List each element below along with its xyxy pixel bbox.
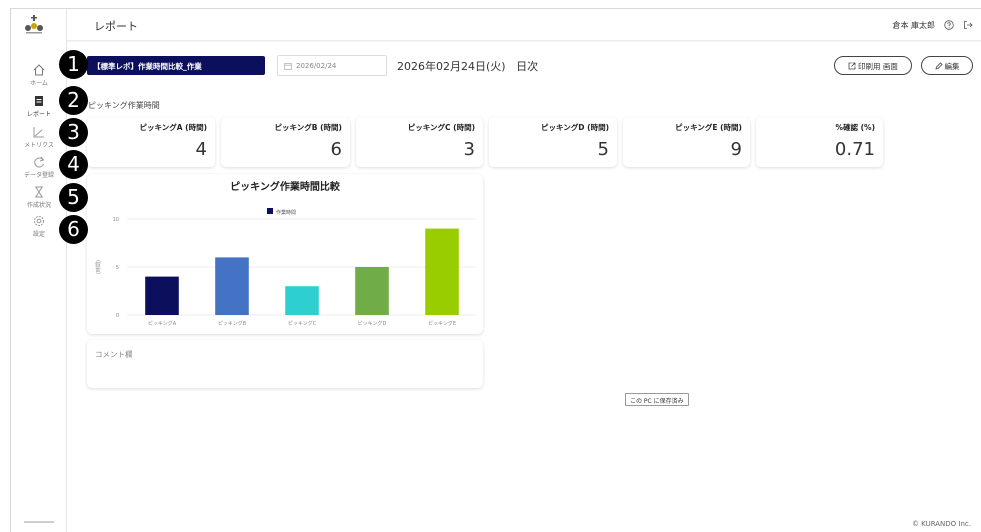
kpi-card: ピッキングB (時間) 6 — [221, 117, 350, 167]
print-view-button[interactable]: 印刷用 画面 — [834, 56, 912, 75]
y-axis-label: (時間) — [96, 260, 102, 274]
comment-card[interactable]: コメント欄 — [87, 340, 483, 388]
sidebar-item-label: メトリクス — [24, 142, 54, 149]
kpi-label: ピッキングB (時間) — [274, 123, 342, 132]
annotation-badge: 5 — [59, 183, 88, 212]
section-title: ピッキング作業時間 — [88, 101, 160, 110]
refresh-icon — [34, 156, 45, 168]
print-view-label: 印刷用 画面 — [858, 62, 898, 71]
sidebar-scroll-handle[interactable] — [24, 521, 54, 523]
date-display: 2026年02月24日(火) 日次 — [397, 58, 538, 74]
hourglass-icon — [35, 186, 43, 198]
kpi-value: 5 — [597, 139, 609, 160]
legend-swatch — [267, 208, 273, 214]
kpi-label: ピッキングA (時間) — [139, 123, 207, 132]
legend-label: 作業時間 — [276, 209, 296, 216]
home-icon — [33, 64, 45, 76]
kpi-value: 3 — [463, 139, 475, 160]
edit-label: 編集 — [944, 62, 960, 71]
report-icon — [35, 96, 43, 106]
date-input[interactable]: 2026/02/24 — [277, 55, 387, 76]
bar[interactable] — [215, 257, 249, 315]
gear-icon — [34, 216, 44, 226]
date-input-value: 2026/02/24 — [296, 62, 337, 70]
period-label: 日次 — [516, 60, 539, 73]
kpi-label: %確認 (%) — [835, 123, 876, 132]
report-select[interactable]: 【標準レポ】作業時間比較_作業 — [87, 56, 265, 75]
kpi-value: 0.71 — [834, 139, 875, 160]
top-strip — [0, 0, 981, 8]
y-tick-label: 10 — [113, 217, 119, 223]
x-tick-label: ピッキングD — [358, 320, 387, 327]
x-tick-label: ピッキングC — [288, 320, 317, 327]
footer-copyright: © KURANDO Inc. — [911, 520, 971, 528]
annotation-badge: 3 — [59, 118, 88, 147]
bar-chart: ピッキング作業時間比較 作業時間 (時間) 0 5 10 ピッキングA ピッキングB ピッ… — [96, 180, 477, 327]
sidebar-item-label: ホーム — [30, 80, 48, 87]
kpi-value: 6 — [330, 139, 342, 160]
comment-label: コメント欄 — [95, 350, 133, 359]
page-title: レポート — [94, 20, 138, 33]
y-tick-label: 5 — [116, 265, 119, 271]
date-display-text: 2026年02月24日(火) — [397, 60, 506, 73]
kpi-value: 4 — [195, 139, 207, 160]
kpi-label: ピッキングC (時間) — [407, 123, 475, 132]
calendar-icon — [284, 63, 292, 70]
x-tick-label: ピッキングE — [428, 320, 456, 327]
sidebar-item-label: データ登録 — [23, 172, 54, 179]
kpi-card: ピッキングC (時間) 3 — [356, 117, 483, 167]
metrics-icon — [33, 127, 44, 138]
external-link-icon — [848, 62, 856, 70]
edit-button[interactable]: 編集 — [921, 56, 973, 75]
annotation-badge: 4 — [59, 150, 88, 179]
annotation-badge: 6 — [59, 215, 88, 244]
kpi-label: ピッキングD (時間) — [541, 123, 609, 132]
annotation-badge: 2 — [59, 86, 88, 115]
logout-icon[interactable] — [963, 20, 973, 30]
chart-card: ピッキング作業時間比較 作業時間 (時間) 0 5 10 ピッキングA ピッキングB ピッ… — [87, 174, 483, 334]
saved-tooltip: この PC に保存済み — [625, 393, 689, 406]
bar[interactable] — [285, 286, 319, 315]
bar[interactable] — [425, 228, 459, 315]
sidebar-item-label: レポート — [26, 111, 51, 118]
x-tick-label: ピッキングA — [148, 320, 177, 327]
y-tick-label: 0 — [116, 313, 119, 319]
x-tick-label: ピッキングB — [218, 320, 247, 327]
kpi-card: %確認 (%) 0.71 — [756, 117, 883, 167]
kpi-card: ピッキングA (時間) 4 — [87, 117, 215, 167]
kpi-card: ピッキングD (時間) 5 — [489, 117, 617, 167]
user-name[interactable]: 倉本 庫太郎 — [892, 20, 935, 31]
pencil-icon — [934, 62, 943, 70]
kpi-card: ピッキングE (時間) 9 — [623, 117, 750, 167]
bar[interactable] — [355, 267, 389, 315]
kpi-label: ピッキングE (時間) — [675, 123, 742, 132]
kpi-value: 9 — [730, 139, 742, 160]
bar[interactable] — [145, 276, 179, 315]
help-icon[interactable] — [944, 20, 954, 30]
app-logo-icon — [25, 15, 43, 34]
header-bar: レポート 倉本 庫太郎 — [67, 9, 981, 41]
chart-title: ピッキング作業時間比較 — [230, 180, 341, 193]
annotation-badge: 1 — [59, 50, 88, 79]
